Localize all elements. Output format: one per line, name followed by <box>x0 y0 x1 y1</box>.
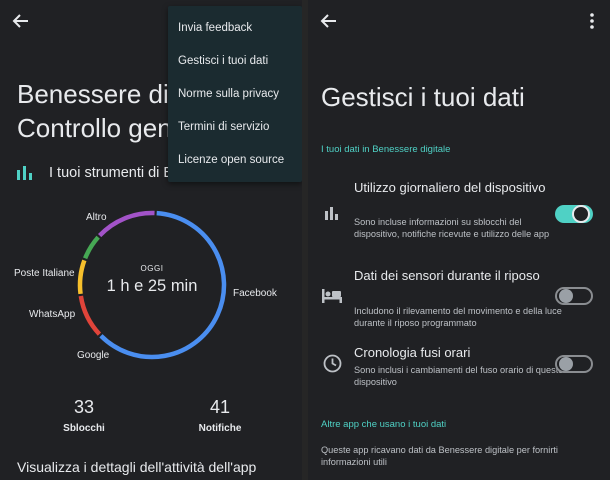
setting-desc-daily-usage: Sono incluse informazioni su sblocchi de… <box>354 217 550 239</box>
donut-center-value: 1 h e 25 min <box>106 277 198 295</box>
overflow-menu: Invia feedback Gestisci i tuoi dati Norm… <box>168 6 302 182</box>
back-arrow-icon[interactable] <box>320 12 338 30</box>
setting-title-timezone: Cronologia fusi orari <box>354 345 471 360</box>
segment-label-google: Google <box>77 350 110 361</box>
digital-wellbeing-screen: Benessere dig Controllo gen I tuoi strum… <box>0 0 302 480</box>
donut-segment-altro[interactable] <box>97 210 155 238</box>
menu-item-licenses[interactable]: Licenze open source <box>178 154 284 166</box>
donut-center-label: OGGI <box>140 264 164 273</box>
bar-chart-icon <box>325 207 338 220</box>
activity-details-link[interactable]: Visualizza i dettagli dell'attività dell… <box>17 459 256 475</box>
setting-title-daily-usage: Utilizzo giornaliero del dispositivo <box>354 180 546 195</box>
setting-desc-sensor-data: Includono il rilevamento del movimento e… <box>354 306 562 328</box>
toggle-timezone[interactable] <box>555 355 593 373</box>
segment-label-altro: Altro <box>86 212 107 223</box>
toggle-daily-usage[interactable] <box>555 205 593 223</box>
page-title-line1: Benessere dig <box>17 79 184 109</box>
setting-title-sensor-data: Dati dei sensori durante il riposo <box>354 268 540 283</box>
other-apps-description: Queste app ricavano dati da Benessere di… <box>321 445 558 467</box>
menu-item-privacy[interactable]: Norme sulla privacy <box>178 88 279 100</box>
bar-chart-icon <box>17 166 32 180</box>
segment-label-facebook: Facebook <box>233 288 277 299</box>
tools-section-label[interactable]: I tuoi strumenti di B <box>49 165 173 181</box>
menu-item-manage-data[interactable]: Gestisci i tuoi dati <box>178 55 268 67</box>
donut-segment-poste-italiane[interactable] <box>83 235 100 260</box>
toggle-sensor-data[interactable] <box>555 287 593 305</box>
section-header-other-apps: Altre app che usano i tuoi dati <box>321 419 447 430</box>
unlocks-count: 33 <box>73 397 95 417</box>
segment-label-whatsapp: WhatsApp <box>29 309 76 320</box>
menu-item-terms[interactable]: Termini di servizio <box>178 121 269 133</box>
setting-desc-timezone: Sono inclusi i cambiamenti del fuso orar… <box>354 365 564 387</box>
page-title-line2: Controllo gen <box>17 113 172 143</box>
more-vert-icon[interactable] <box>589 13 595 29</box>
notifications-count: 41 <box>209 397 231 417</box>
back-arrow-icon[interactable] <box>12 12 30 30</box>
donut-segment-google[interactable] <box>78 295 102 336</box>
manage-data-screen: Gestisci i tuoi dati I tuoi dati in Bene… <box>308 0 610 480</box>
notifications-label: Notifiche <box>198 423 242 434</box>
unlocks-label: Sblocchi <box>63 423 105 434</box>
clock-icon <box>323 354 342 373</box>
segment-label-poste: Poste Italiane <box>14 268 75 279</box>
page-title: Gestisci i tuoi dati <box>321 82 525 112</box>
section-header-wellbeing-data: I tuoi dati in Benessere digitale <box>321 144 451 155</box>
bed-icon <box>322 289 342 303</box>
menu-item-feedback[interactable]: Invia feedback <box>178 22 252 34</box>
